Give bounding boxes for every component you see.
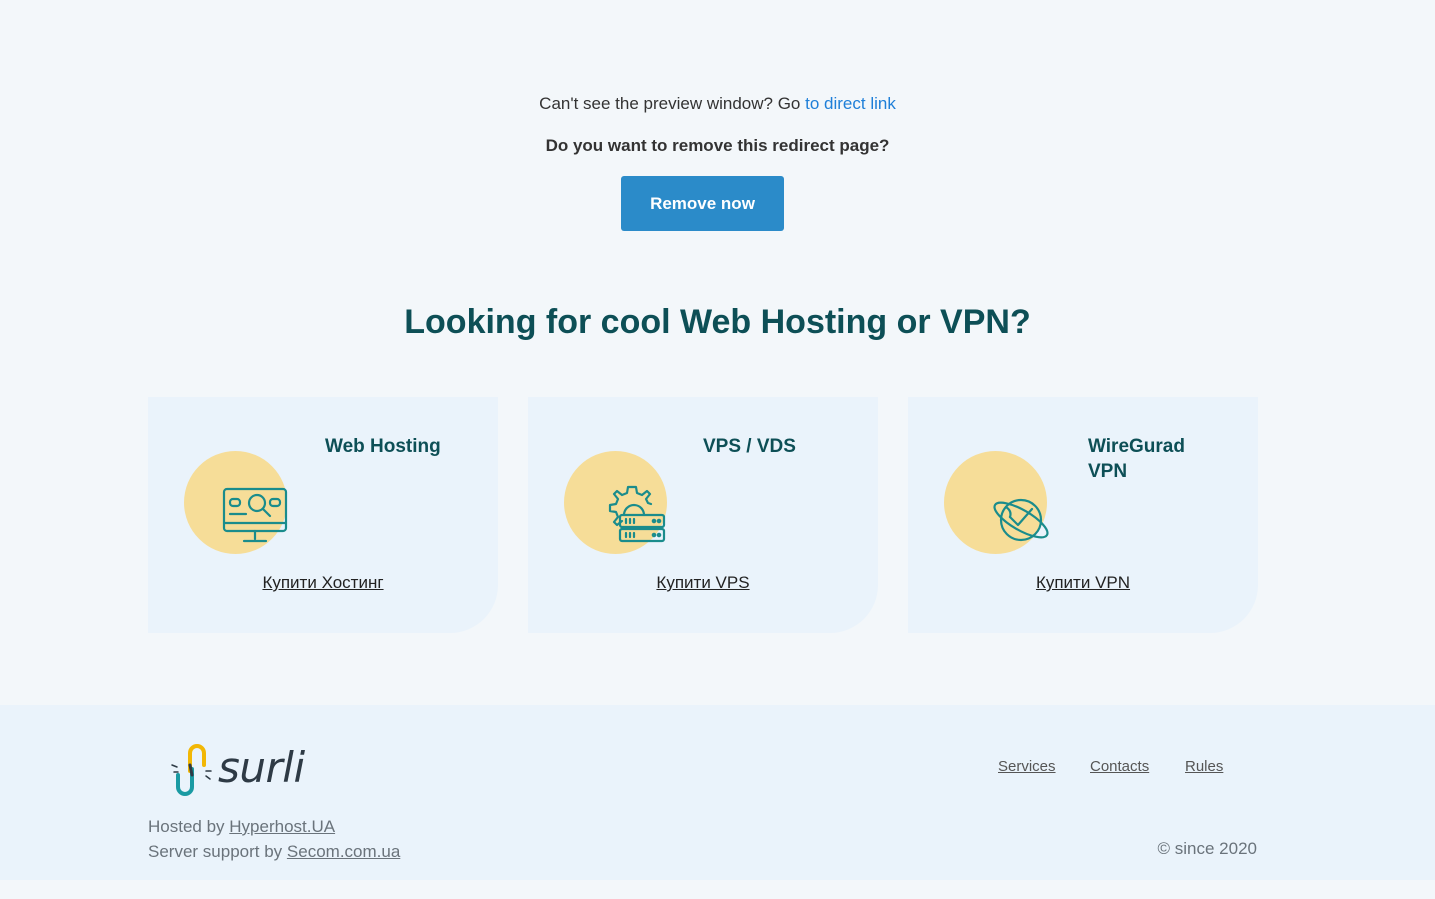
remove-question: Do you want to remove this redirect page… <box>545 136 890 155</box>
hosting-credits: Hosted by Hyperhost.UA Server support by… <box>148 814 400 864</box>
preview-hint-text: Can't see the preview window? Go <box>539 94 806 113</box>
hyperhost-link[interactable]: Hyperhost.UA <box>229 817 335 836</box>
promo-headline: Looking for cool Web Hosting or VPN? <box>404 303 1031 341</box>
card-title: WireGurad VPN <box>1088 436 1185 482</box>
buy-hosting-link[interactable]: Купити Хостинг <box>148 573 498 593</box>
card-vps: VPS / VDS Купити VPS <box>528 397 878 633</box>
card-title: VPS / VDS <box>703 436 796 457</box>
footer: surli Services Contacts Rules Hosted by … <box>0 705 1435 880</box>
footer-nav-rules[interactable]: Rules <box>1185 758 1223 775</box>
monitor-search-icon <box>222 487 288 543</box>
server-gear-icon <box>608 485 666 543</box>
footer-nav-services[interactable]: Services <box>998 758 1056 775</box>
support-by-label: Server support by <box>148 842 287 861</box>
direct-link[interactable]: to direct link <box>805 94 896 113</box>
buy-vps-link[interactable]: Купити VPS <box>528 573 878 593</box>
remove-now-button[interactable]: Remove now <box>621 176 784 231</box>
hosted-by-label: Hosted by <box>148 817 230 836</box>
card-title: Web Hosting <box>325 436 441 457</box>
surli-logo-text[interactable]: surli <box>218 743 305 792</box>
card-web-hosting: Web Hosting Купити Хостинг <box>148 397 498 633</box>
copyright: © since 2020 <box>1157 839 1257 858</box>
buy-vpn-link[interactable]: Купити VPN <box>908 573 1258 593</box>
surli-logo-icon[interactable] <box>168 741 216 799</box>
preview-hint: Can't see the preview window? Go to dire… <box>0 94 1435 114</box>
secom-link[interactable]: Secom.com.ua <box>287 842 400 861</box>
globe-check-icon <box>993 498 1049 542</box>
footer-nav-contacts[interactable]: Contacts <box>1090 758 1149 775</box>
card-vpn: WireGurad VPN Купити VPN <box>908 397 1258 633</box>
